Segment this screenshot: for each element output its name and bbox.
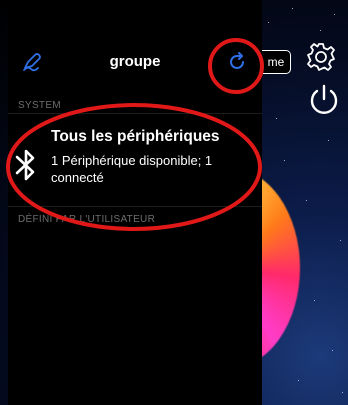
device-status: 1 Périphérique disponible; 1 connecté <box>51 153 213 185</box>
group-panel: groupe SYSTEM Tous les périphériques 1 P… <box>8 0 262 405</box>
power-icon[interactable] <box>306 82 342 118</box>
panel-header: groupe <box>8 38 262 84</box>
right-edge-button[interactable]: me <box>262 50 291 74</box>
gear-icon[interactable] <box>304 40 338 74</box>
all-devices-row[interactable]: Tous les périphériques 1 Périphérique di… <box>8 112 262 208</box>
divider <box>8 206 262 207</box>
refresh-icon[interactable] <box>224 49 250 75</box>
device-title: Tous les périphériques <box>51 128 220 145</box>
user-section-label: DÉFINI PAR L'UTILISATEUR <box>18 214 156 225</box>
bluetooth-icon <box>15 149 35 181</box>
system-section-label: SYSTEM <box>18 100 61 111</box>
